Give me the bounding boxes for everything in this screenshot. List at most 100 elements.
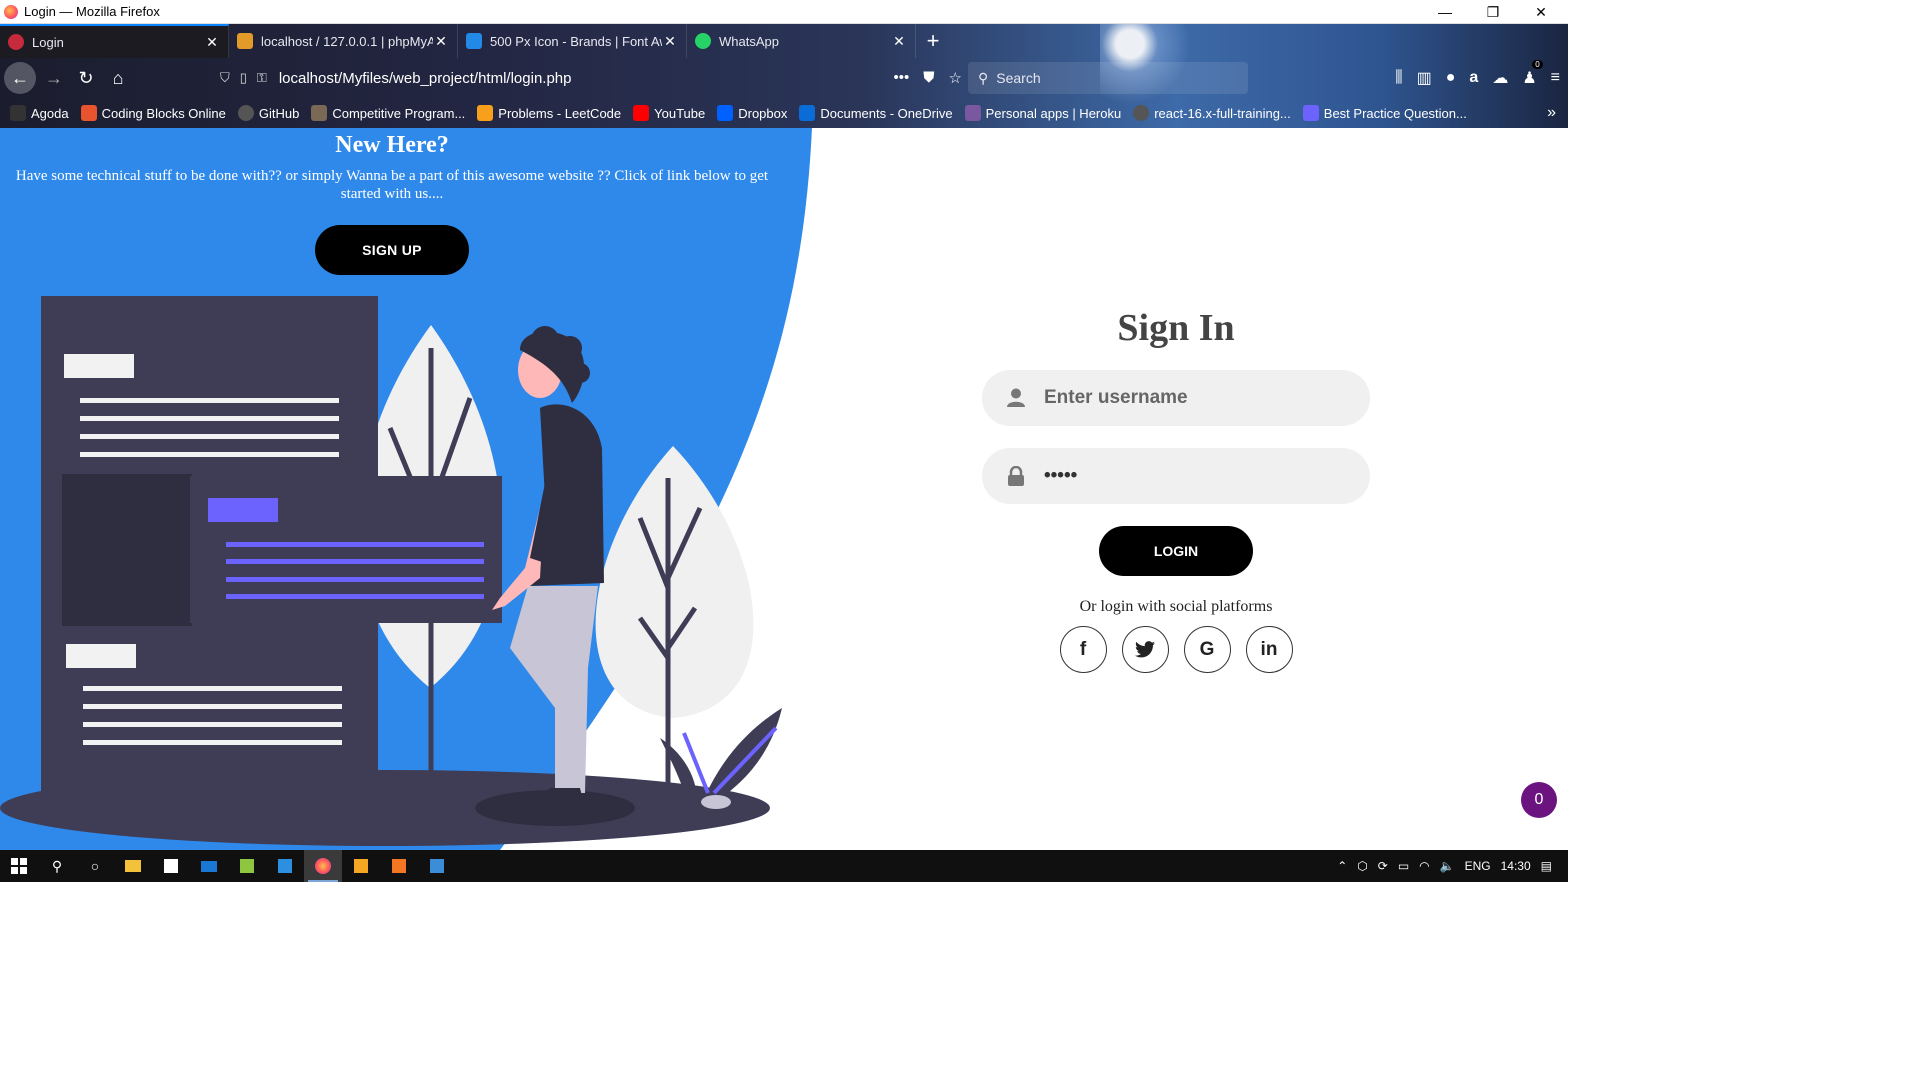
signup-panel: New Here? Have some technical stuff to b… (0, 128, 784, 275)
bookmark-youtube[interactable]: YouTube (633, 105, 705, 121)
language-indicator[interactable]: ENG (1465, 859, 1491, 873)
firefox-logo-icon (4, 4, 18, 19)
page-icon: ▯ (239, 70, 247, 85)
username-field[interactable] (982, 370, 1370, 426)
bookmark-heroku[interactable]: Personal apps | Heroku (964, 105, 1121, 121)
volume-icon[interactable]: 🔈 (1440, 859, 1455, 873)
close-tab-icon[interactable]: ✕ (433, 33, 449, 50)
chevron-up-icon[interactable]: ⌃ (1337, 859, 1347, 873)
username-input[interactable] (1044, 387, 1344, 409)
chat-widget-button[interactable]: 0 (1521, 782, 1557, 818)
bookmark-label: react-16.x-full-training... (1154, 105, 1291, 121)
cloud-extension-icon[interactable]: ☁ (1492, 68, 1508, 88)
notifications-icon[interactable]: ▤ (1541, 859, 1552, 873)
bookmark-best-practice[interactable]: Best Practice Question... (1302, 105, 1467, 121)
extension-badge-icon[interactable]: ♟ 0 (1522, 60, 1543, 88)
mail-icon[interactable] (190, 850, 228, 882)
bookmark-react-training[interactable]: react-16.x-full-training... (1133, 105, 1291, 121)
close-window-button[interactable]: ✕ (1518, 0, 1564, 24)
minimize-button[interactable]: — (1422, 0, 1468, 24)
app-window-icon[interactable] (418, 850, 456, 882)
url-text[interactable]: localhost/Myfiles/web_project/html/login… (279, 70, 572, 87)
bookmark-leetcode[interactable]: Problems - LeetCode (477, 105, 621, 121)
sublime-icon[interactable] (342, 850, 380, 882)
cortana-icon[interactable]: ○ (76, 850, 114, 882)
reload-button[interactable]: ↻ (70, 62, 102, 94)
bookmark-competitive[interactable]: Competitive Program... (311, 105, 465, 121)
address-bar[interactable]: ⛉ ▯ ⚿ localhost/Myfiles/web_project/html… (212, 62, 962, 94)
github-icon (1133, 105, 1150, 121)
tab-label: WhatsApp (719, 33, 779, 49)
amazon-icon[interactable]: a (1469, 69, 1478, 87)
battery-icon[interactable]: ▭ (1398, 859, 1409, 873)
sticky-app-icon[interactable] (228, 850, 266, 882)
bookmark-label: Documents - OneDrive (820, 105, 953, 121)
reload-icon: ↻ (78, 67, 94, 88)
tab-phpmyadmin[interactable]: localhost / 127.0.0.1 | phpMyAd ✕ (229, 24, 458, 58)
password-field[interactable] (982, 448, 1370, 504)
bookmark-coding-blocks[interactable]: Coding Blocks Online (80, 105, 226, 121)
phpmyadmin-icon (237, 33, 253, 49)
sign-up-button[interactable]: SIGN UP (315, 225, 469, 275)
vscode-icon[interactable] (266, 850, 304, 882)
windows-start-icon[interactable] (0, 850, 38, 882)
store-icon[interactable] (152, 850, 190, 882)
new-tab-button[interactable]: + (916, 24, 950, 58)
cc-icon (311, 105, 328, 121)
bookmarks-overflow-icon[interactable]: » (1547, 104, 1556, 122)
dropbox-tray-icon[interactable]: ⬡ (1357, 859, 1367, 873)
signup-description: Have some technical stuff to be done wit… (15, 168, 769, 202)
pocket-icon[interactable]: ⛊ (923, 69, 934, 87)
search-taskbar-icon[interactable]: ⚲ (38, 850, 76, 882)
key-icon[interactable]: ⚿ (257, 70, 267, 86)
bookmark-dropbox[interactable]: Dropbox (717, 105, 787, 121)
lock-icon (1006, 466, 1026, 486)
search-input[interactable]: ⚲ Search (968, 62, 1248, 94)
twitter-icon[interactable] (1121, 626, 1169, 673)
tab-fontawesome[interactable]: 500 Px Icon - Brands | Font Awe ✕ (458, 24, 687, 58)
sidebar-icon[interactable]: ▥ (1417, 68, 1432, 88)
google-icon[interactable]: G (1183, 626, 1231, 673)
facebook-icon[interactable]: f (1059, 626, 1107, 673)
account-icon[interactable]: ● (1446, 69, 1456, 87)
search-icon: ⚲ (978, 69, 989, 86)
social-buttons: f G in (982, 626, 1370, 673)
close-tab-icon[interactable]: ✕ (662, 33, 678, 50)
whatsapp-icon (695, 33, 711, 49)
library-icon[interactable]: ⫼ (1395, 69, 1402, 87)
close-tab-icon[interactable]: ✕ (204, 34, 220, 51)
forward-button[interactable]: → (38, 62, 70, 94)
back-button[interactable]: ← (4, 62, 36, 94)
bookmark-label: Competitive Program... (332, 105, 466, 121)
password-input[interactable] (1044, 465, 1344, 487)
bookmark-onedrive[interactable]: Documents - OneDrive (799, 105, 953, 121)
bookmark-agoda[interactable]: Agoda (10, 105, 69, 121)
toolbar-extensions: ⫼ ▥ ● a ☁ ♟ 0 ≡ (1395, 60, 1560, 94)
firefox-taskbar-icon[interactable] (304, 850, 342, 882)
shield-icon[interactable]: ⛉ (220, 70, 230, 86)
bookmark-label: YouTube (654, 105, 706, 121)
page-actions-icon[interactable]: ••• (894, 69, 910, 87)
wifi-icon[interactable]: ◠ (1419, 859, 1429, 873)
menu-icon[interactable]: ≡ (1551, 69, 1560, 87)
close-tab-icon[interactable]: ✕ (891, 33, 907, 50)
page-content: New Here? Have some technical stuff to b… (0, 128, 1568, 850)
illustration (0, 296, 782, 846)
maximize-button[interactable]: ❐ (1470, 0, 1516, 24)
bookmark-star-icon[interactable]: ☆ (949, 69, 962, 87)
linkedin-icon[interactable]: in (1245, 626, 1293, 673)
tab-whatsapp[interactable]: WhatsApp ✕ (687, 24, 916, 58)
sync-tray-icon[interactable]: ⟳ (1378, 859, 1388, 873)
code-icon (1302, 105, 1319, 121)
login-button[interactable]: LOGIN (1099, 526, 1253, 576)
new-here-title: New Here? (335, 132, 449, 158)
heroku-icon (964, 105, 981, 121)
xampp-icon[interactable] (380, 850, 418, 882)
home-button[interactable]: ⌂ (102, 62, 134, 94)
file-explorer-icon[interactable] (114, 850, 152, 882)
tab-login[interactable]: Login ✕ (0, 24, 229, 58)
leetcode-icon (477, 105, 494, 121)
nav-toolbar: ← → ↻ ⌂ ⛉ ▯ ⚿ localhost/Myfiles/web_proj… (0, 58, 1568, 98)
clock[interactable]: 14:30 (1501, 859, 1531, 873)
bookmark-github[interactable]: GitHub (237, 105, 299, 121)
